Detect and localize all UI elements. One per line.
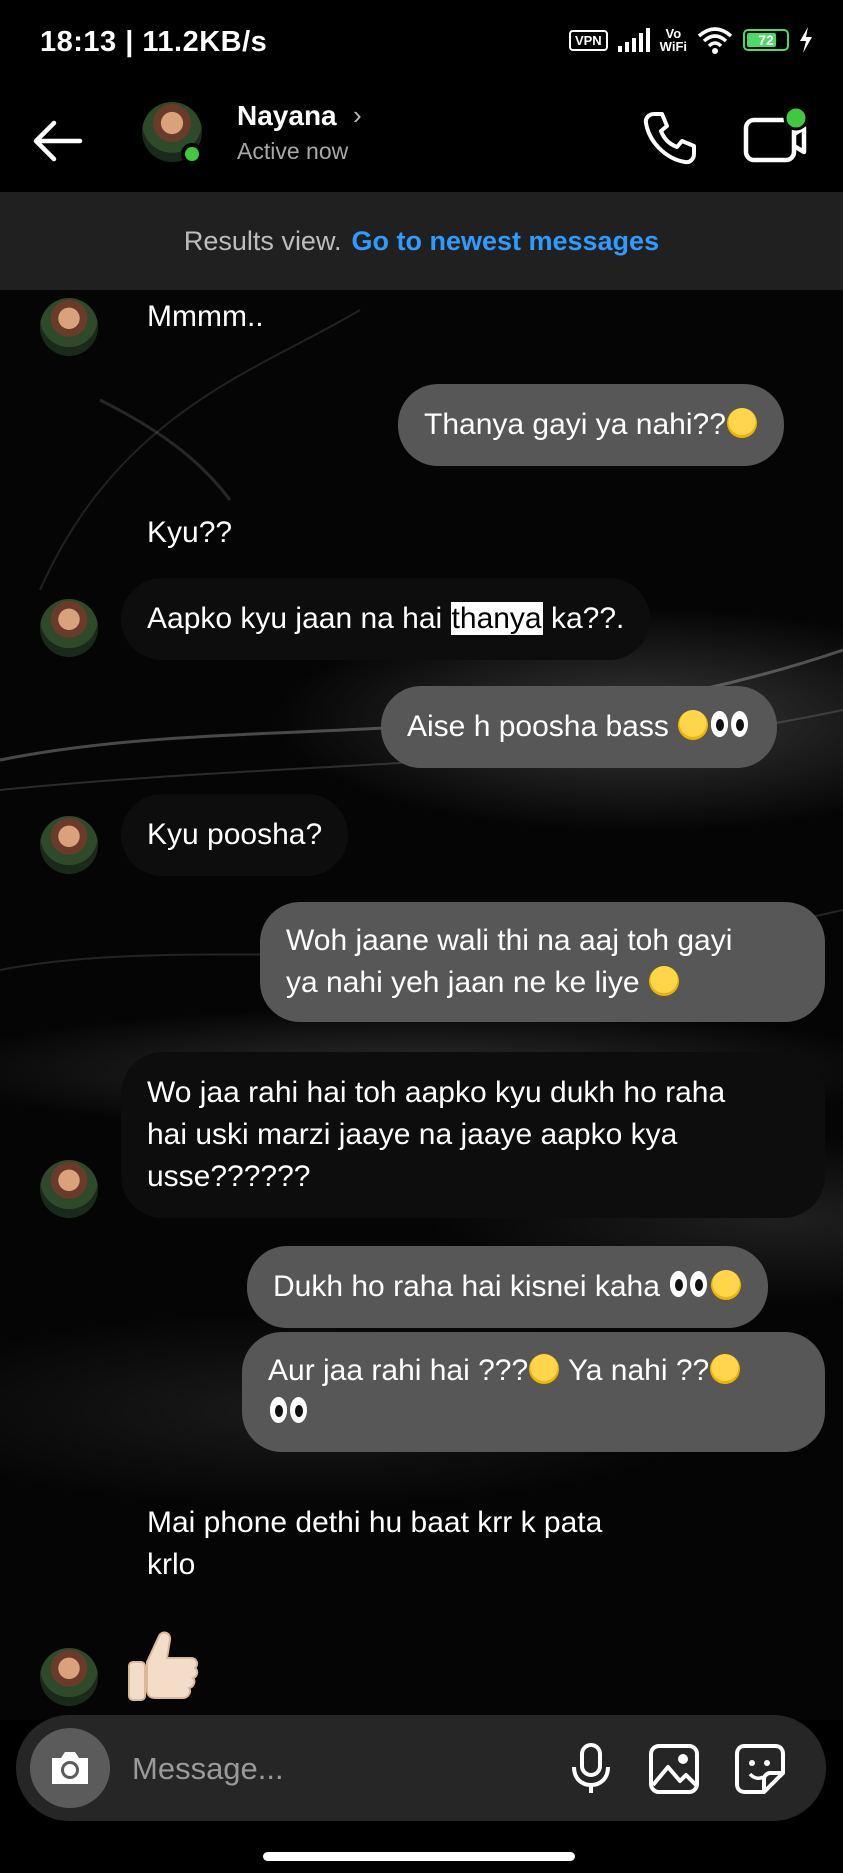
sweat-smile-emoji: [711, 1270, 742, 1300]
sweat-smile-emoji: [648, 966, 679, 996]
sweat-smile-emoji: [678, 710, 709, 740]
sweat-smile-emoji: [710, 1354, 741, 1384]
sender-avatar: [40, 1648, 98, 1706]
signal-icon: [617, 28, 650, 52]
battery-icon: 72: [743, 29, 789, 51]
message-outgoing[interactable]: Thanya gayi ya nahi??: [398, 384, 784, 466]
message-incoming[interactable]: Aapko kyu jaan na hai thanya ka??.: [121, 578, 651, 660]
message-incoming[interactable]: Mai phone dethi hu baat krr k pata krlo: [147, 1502, 602, 1586]
status-icons: VPN Vo WiFi 72: [568, 26, 813, 54]
eyes-emoji: [669, 1271, 709, 1299]
sticker-icon[interactable]: [732, 1741, 788, 1797]
video-call-icon[interactable]: [742, 106, 808, 168]
message-incoming[interactable]: Kyu poosha?: [121, 794, 349, 876]
status-bar: 18:13 | 11.2KB/s VPN Vo WiFi 72: [0, 0, 843, 88]
message-incoming[interactable]: Kyu??: [147, 512, 232, 554]
message-outgoing[interactable]: Woh jaane wali thi na aaj toh gayi ya na…: [260, 902, 825, 1022]
go-to-newest-link[interactable]: Go to newest messages: [351, 226, 659, 257]
active-status: Active now: [237, 138, 349, 164]
sender-avatar: [40, 816, 98, 874]
message-outgoing[interactable]: Aur jaa rahi hai ??? Ya nahi ??: [242, 1332, 825, 1452]
sweat-smile-emoji: [529, 1354, 560, 1384]
contact-name[interactable]: Nayana: [237, 100, 337, 132]
message-outgoing[interactable]: Dukh ho raha hai kisnei kaha: [247, 1246, 769, 1328]
chat-header: Nayana › Active now: [0, 88, 843, 192]
online-status-dot: [181, 143, 203, 165]
search-highlight: thanya: [450, 602, 543, 635]
microphone-icon[interactable]: [564, 1741, 618, 1797]
sender-avatar: [40, 1160, 98, 1218]
sender-avatar: [40, 298, 98, 356]
eyes-emoji: [710, 711, 750, 739]
sweat-smile-emoji: [726, 408, 757, 438]
results-view-banner: Results view. Go to newest messages: [0, 192, 843, 290]
gallery-icon[interactable]: [646, 1741, 702, 1797]
charging-icon: [800, 27, 812, 53]
volte-label: Vo WiFi: [659, 26, 687, 54]
phone-call-icon[interactable]: [640, 108, 700, 168]
results-view-text: Results view.: [183, 225, 342, 256]
camera-icon: [52, 1752, 88, 1784]
chevron-right-icon[interactable]: ›: [353, 100, 362, 131]
sender-avatar: [40, 599, 98, 657]
message-input[interactable]: [130, 1739, 564, 1799]
message-composer: [16, 1715, 826, 1821]
camera-button[interactable]: [30, 1728, 110, 1808]
thumbs-up-icon[interactable]: [125, 1628, 200, 1708]
eyes-emoji: [269, 1397, 309, 1425]
message-incoming[interactable]: Wo jaa rahi hai toh aapko kyu dukh ho ra…: [121, 1052, 825, 1218]
vpn-badge: VPN: [568, 29, 608, 51]
status-time: 18:13 | 11.2KB/s: [40, 26, 268, 58]
back-arrow-icon[interactable]: [30, 113, 90, 169]
message-outgoing[interactable]: Aise h poosha bass: [381, 686, 778, 768]
message-incoming[interactable]: Mmmm..: [147, 296, 264, 338]
wifi-icon: [697, 27, 733, 54]
home-indicator[interactable]: [263, 1852, 575, 1861]
